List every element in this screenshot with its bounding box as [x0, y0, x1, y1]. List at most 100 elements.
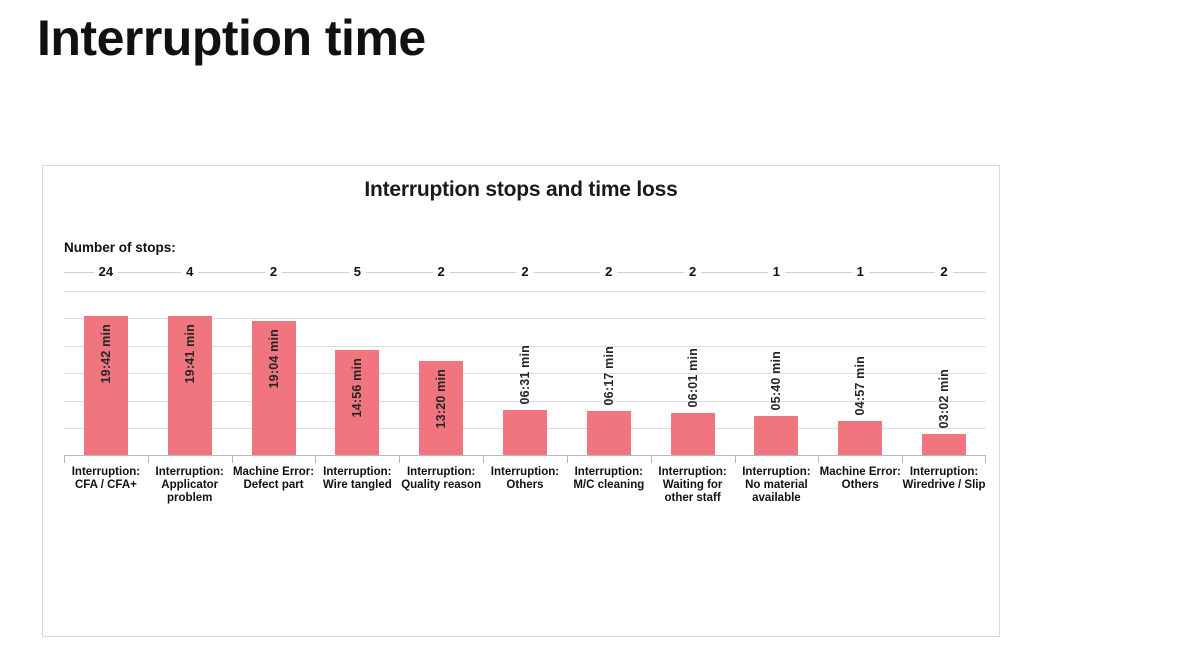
stops-count: 1	[818, 261, 902, 283]
category-label: Machine Error: Defect part	[231, 456, 316, 512]
bar[interactable]: 06:17 min	[586, 346, 631, 456]
category-tick	[231, 456, 233, 463]
stops-count: 2	[232, 261, 316, 283]
category-label: Interruption: Waiting for other staff	[650, 456, 735, 512]
category-label-line: Interruption:	[155, 466, 224, 478]
stops-count-value: 2	[264, 264, 283, 279]
bar-slot: 19:41 min	[148, 291, 232, 456]
category-label: Interruption: Quality reason	[399, 456, 483, 512]
category-label-line: Applicator	[161, 478, 219, 491]
category-label-line: problem	[167, 491, 213, 504]
category-label-line: Interruption:	[574, 466, 643, 478]
category-label-line: Interruption:	[323, 466, 392, 478]
bar-slot: 04:57 min	[818, 291, 902, 456]
category-label: Interruption: Others	[483, 456, 567, 512]
plot-area: 19:42 min 19:41 min 19:04 min 14:56 min 13:2…	[64, 291, 986, 456]
category-label-line: Others	[506, 478, 544, 491]
number-of-stops-label: Number of stops:	[64, 240, 176, 255]
stops-count-value: 24	[93, 264, 119, 279]
bar-value-label: 06:17 min	[601, 345, 616, 405]
category-label: Interruption: No material available	[734, 456, 819, 512]
bar[interactable]: 19:04 min	[251, 321, 296, 456]
stops-count-value: 1	[851, 264, 869, 279]
stops-count: 4	[148, 261, 232, 283]
category-tick	[399, 456, 401, 463]
bar-value-label: 06:31 min	[517, 344, 532, 404]
category-tick	[483, 456, 485, 463]
stops-count-value: 1	[767, 264, 786, 279]
bar-value-label: 19:04 min	[266, 329, 281, 389]
stops-count: 24	[64, 261, 148, 283]
bar[interactable]: 19:42 min	[83, 316, 128, 456]
stops-count: 2	[483, 261, 567, 283]
stops-count: 2	[567, 261, 651, 283]
category-tick	[566, 456, 568, 463]
category-label: Machine Error: Others	[818, 456, 902, 512]
bar-value-label: 14:56 min	[350, 358, 365, 418]
bar-slot: 13:20 min	[399, 291, 483, 456]
category-label-line: No material	[745, 478, 808, 491]
category-label-line: Machine Error:	[232, 466, 315, 478]
bar[interactable]: 05:40 min	[754, 351, 799, 456]
category-label-line: Quality reason	[401, 478, 482, 491]
stops-count-value: 2	[683, 264, 702, 279]
stops-count-value: 4	[181, 264, 199, 279]
category-label: Interruption: Applicator problem	[147, 456, 232, 512]
category-tick	[984, 456, 986, 463]
category-tick	[650, 456, 652, 463]
bar[interactable]: 04:57 min	[838, 356, 883, 456]
category-axis: Interruption: CFA / CFA+ Interruption: Appl…	[64, 456, 986, 512]
category-tick	[64, 456, 65, 463]
stops-count-value: 2	[935, 264, 953, 279]
page-title: Interruption time	[37, 10, 426, 66]
category-label: Interruption: Wiredrive / Slip	[902, 456, 986, 512]
bar-value-label: 19:42 min	[98, 324, 113, 384]
stops-count: 2	[651, 261, 735, 283]
bar-value-label: 13:20 min	[434, 369, 449, 429]
category-label: Interruption: CFA / CFA+	[64, 456, 148, 512]
number-of-stops-row: 24 4 2 5 2 2 2 2 1 1 2	[64, 261, 986, 283]
category-tick	[818, 456, 820, 463]
bar[interactable]: 19:41 min	[167, 316, 212, 456]
category-label-line: Waiting for	[662, 478, 723, 491]
category-label-line: M/C cleaning	[573, 478, 645, 491]
category-label-line: Others	[841, 478, 879, 491]
category-tick	[147, 456, 149, 463]
category-tick	[734, 456, 736, 463]
bar[interactable]: 03:02 min	[922, 369, 967, 456]
category-label-line: Machine Error:	[819, 466, 901, 478]
stops-count-value: 2	[432, 264, 450, 279]
category-label-line: available	[752, 491, 801, 504]
category-label: Interruption: M/C cleaning	[566, 456, 651, 512]
category-label-line: Interruption:	[71, 466, 141, 478]
stops-count-value: 5	[348, 264, 366, 279]
bar-value-label: 06:01 min	[685, 347, 700, 407]
category-label-line: Interruption:	[490, 466, 560, 478]
category-label-line: Wiredrive / Slip	[902, 478, 986, 491]
stops-count-value: 2	[600, 264, 618, 279]
category-tick	[902, 456, 904, 463]
stops-values: 24 4 2 5 2 2 2 2 1 1 2	[64, 261, 986, 283]
category-label-line: Interruption:	[909, 466, 979, 478]
bar-series: 19:42 min 19:41 min 19:04 min 14:56 min 13:2…	[64, 291, 986, 456]
bar[interactable]: 14:56 min	[335, 350, 380, 456]
bar[interactable]: 13:20 min	[419, 361, 464, 456]
bar-slot: 03:02 min	[902, 291, 986, 456]
chart-title: Interruption stops and time loss	[364, 178, 678, 201]
bar-value-label: 04:57 min	[853, 355, 868, 415]
category-label-line: Wire tangled	[322, 478, 392, 491]
bar[interactable]: 06:01 min	[670, 348, 715, 456]
category-label-line: Defect part	[243, 478, 304, 491]
bar-slot: 19:04 min	[232, 291, 316, 456]
bar-slot: 06:31 min	[483, 291, 567, 456]
category-label-line: other staff	[664, 491, 721, 504]
bar[interactable]: 06:31 min	[502, 345, 547, 456]
stops-count: 5	[315, 261, 399, 283]
category-label: Interruption: Wire tangled	[315, 456, 399, 512]
stops-count: 1	[735, 261, 819, 283]
bar-value-label: 03:02 min	[937, 368, 952, 428]
bar-slot: 14:56 min	[315, 291, 399, 456]
bar-slot: 19:42 min	[64, 291, 148, 456]
category-label-line: Interruption:	[658, 466, 727, 478]
stops-count: 2	[902, 261, 986, 283]
